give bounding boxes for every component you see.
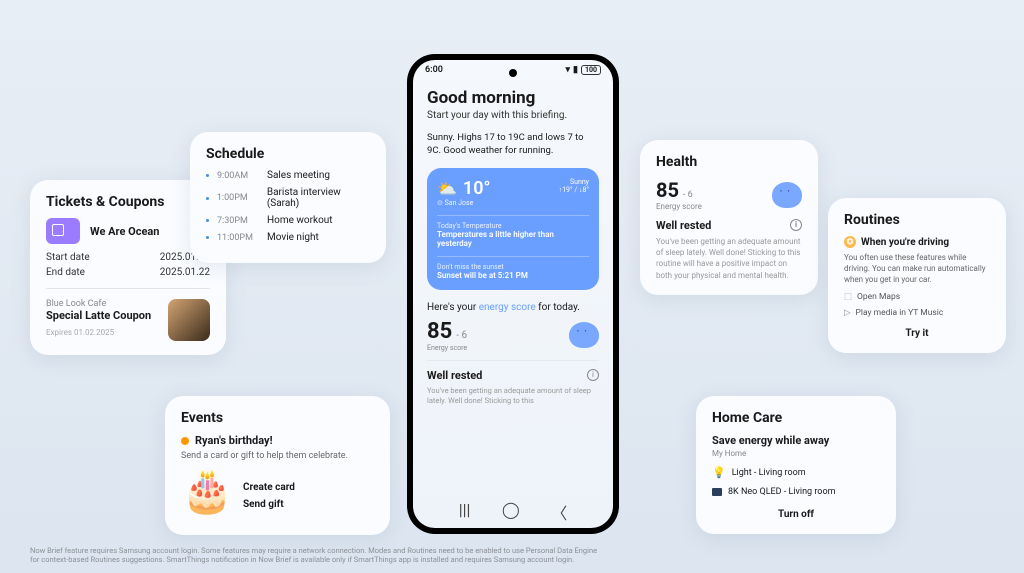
divider	[46, 288, 210, 289]
greeting-heading: Good morning	[427, 88, 599, 108]
weather-temp: 10°	[463, 178, 491, 199]
maps-icon: ⬚	[844, 292, 852, 302]
event-subtitle: Send a card or gift to help them celebra…	[181, 451, 374, 461]
turn-off-button[interactable]: Turn off	[712, 509, 880, 520]
routines-card: Routines ⏣ When you're driving You often …	[828, 198, 1006, 353]
nav-recents-icon[interactable]: |||	[459, 500, 471, 524]
health-title: Health	[656, 154, 802, 170]
events-title: Events	[181, 410, 374, 426]
events-card: Events Ryan's birthday! Send a card or g…	[165, 396, 390, 535]
weather-summary: Sunny. Highs 17 to 19C and lows 7 to 9C.…	[427, 131, 599, 158]
end-label: End date	[46, 267, 85, 278]
event-heading: Ryan's birthday!	[181, 434, 374, 447]
signal-icon: ▮	[573, 65, 578, 75]
homecare-heading: Save energy while away	[712, 434, 880, 447]
schedule-item[interactable]: 11:00PMMovie night	[206, 232, 370, 243]
wifi-icon: ▾	[565, 65, 570, 75]
battery-icon: 100	[581, 65, 601, 75]
nav-home-icon[interactable]: ◯	[502, 500, 520, 524]
device-item[interactable]: 8K Neo QLED - Living room	[712, 487, 880, 497]
routine-name: When you're driving	[861, 237, 949, 248]
greeting-subtitle: Start your day with this briefing.	[427, 110, 599, 121]
disclaimer-text: Now Brief feature requires Samsung accou…	[30, 546, 604, 566]
health-desc: You've been getting an adequate amount o…	[656, 236, 802, 281]
weather-icon: ⛅	[437, 179, 457, 198]
end-value: 2025.01.22	[160, 267, 210, 278]
home-care-card: Home Care Save energy while away My Home…	[696, 396, 896, 534]
try-it-button[interactable]: Try it	[844, 328, 990, 339]
status-time: 6:00	[425, 65, 443, 75]
routine-action: ▷Play media in YT Music	[844, 308, 990, 318]
health-wr-title: Well rested	[656, 219, 711, 232]
ticket-item[interactable]: We Are Ocean	[46, 218, 210, 244]
send-gift-button[interactable]: Send gift	[243, 499, 295, 510]
schedule-item[interactable]: 9:00AMSales meeting	[206, 170, 370, 181]
info-icon[interactable]: i	[587, 369, 599, 381]
coupon-name: Special Latte Coupon	[46, 309, 160, 322]
coupon-vendor: Blue Look Cafe	[46, 299, 160, 309]
well-rested-desc: You've been getting an adequate amount o…	[427, 386, 599, 407]
nav-bar: ||| ◯ 〈	[413, 500, 613, 524]
energy-score-delta: - 6	[456, 330, 467, 341]
homecare-title: Home Care	[712, 410, 880, 426]
coupon-image	[168, 299, 210, 341]
phone-frame: 6:00 ▾ ▮ 100 Good morning Start your day…	[407, 54, 619, 534]
bulb-icon: 💡	[712, 466, 726, 479]
start-label: Start date	[46, 252, 90, 263]
tv-icon	[712, 488, 722, 496]
well-rested-title: Well rested	[427, 369, 482, 382]
energy-score-label: Energy score	[427, 344, 467, 352]
weather-condition: Sunny	[559, 178, 589, 186]
driving-icon: ⏣	[844, 236, 856, 248]
routine-desc: You often use these features while drivi…	[844, 252, 990, 286]
health-score: 85	[656, 178, 679, 202]
phone-screen: 6:00 ▾ ▮ 100 Good morning Start your day…	[413, 60, 613, 528]
schedule-card: Schedule 9:00AMSales meeting 1:00PMBaris…	[190, 132, 386, 263]
device-item[interactable]: 💡Light - Living room	[712, 466, 880, 479]
create-card-button[interactable]: Create card	[243, 482, 295, 493]
routine-action: ⬚Open Maps	[844, 292, 990, 302]
energy-score-value: 85	[427, 319, 452, 344]
energy-score-row[interactable]: 85 - 6 Energy score	[427, 319, 599, 352]
mood-blob-icon	[569, 322, 599, 348]
weather-range: ↑19° / ↓8°	[559, 186, 589, 194]
camera-hole	[509, 69, 517, 77]
routines-title: Routines	[844, 212, 990, 228]
ticket-name: We Are Ocean	[90, 225, 159, 238]
weather-location: ⊙ San Jose	[437, 199, 490, 207]
coupon-expiry: Expires 01.02.2025	[46, 328, 160, 337]
music-icon: ▷	[844, 308, 851, 318]
info-icon[interactable]: i	[790, 219, 802, 231]
health-delta: - 6	[683, 190, 693, 200]
energy-intro: Here's your energy score for today.	[427, 302, 599, 313]
tickets-title: Tickets & Coupons	[46, 194, 210, 210]
health-card: Health 85 - 6 Energy score Well restedi …	[640, 140, 818, 295]
ticket-icon	[46, 218, 80, 244]
event-dot-icon	[181, 437, 189, 445]
schedule-item[interactable]: 1:00PMBarista interview (Sarah)	[206, 187, 370, 209]
health-score-label: Energy score	[656, 202, 702, 211]
schedule-item[interactable]: 7:30PMHome workout	[206, 215, 370, 226]
schedule-title: Schedule	[206, 146, 370, 162]
homecare-sub: My Home	[712, 449, 880, 458]
mood-blob-icon	[772, 182, 802, 208]
weather-card[interactable]: ⛅10° ⊙ San Jose Sunny ↑19° / ↓8° Today's…	[427, 168, 599, 290]
coupon-item[interactable]: Blue Look Cafe Special Latte Coupon Expi…	[46, 299, 210, 341]
cake-icon	[181, 471, 231, 521]
nav-back-icon[interactable]: 〈	[551, 500, 567, 524]
